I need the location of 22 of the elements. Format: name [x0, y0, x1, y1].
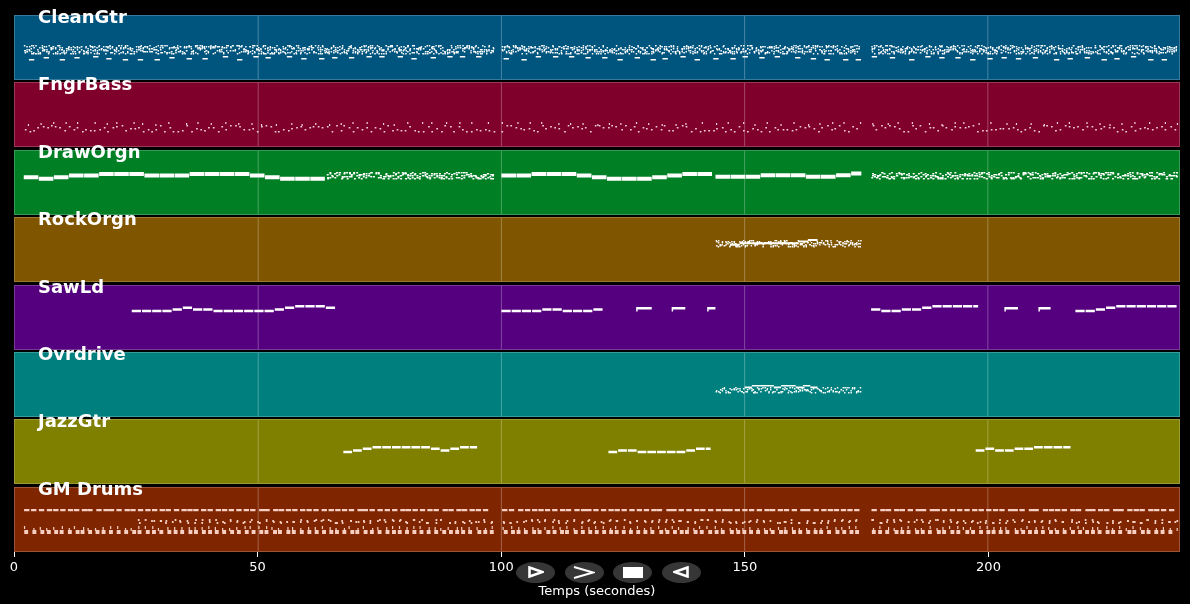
- tick-label: 50: [249, 558, 266, 574]
- track-label: SawLd: [38, 275, 105, 297]
- play-button[interactable]: [516, 561, 555, 583]
- chevron-right-icon: [573, 565, 595, 579]
- track-label: Ovrdrive: [38, 342, 126, 364]
- stop-icon: [622, 566, 643, 578]
- track-label: FngrBass: [38, 73, 133, 95]
- tick-label: 150: [732, 558, 758, 574]
- track-label: JazzGtr: [38, 410, 111, 432]
- play-icon: [527, 566, 544, 579]
- triangle-left-icon: [673, 566, 689, 579]
- tick-label: 100: [488, 558, 514, 574]
- track-label: RockOrgn: [38, 208, 137, 230]
- tick-label: 0: [9, 558, 19, 574]
- forward-button[interactable]: [564, 561, 604, 583]
- track-label: CleanGtr: [38, 6, 127, 27]
- back-button[interactable]: [661, 561, 701, 583]
- track-label: GM Drums: [38, 477, 144, 499]
- axis-title: Temps (secondes): [538, 582, 656, 598]
- stop-button[interactable]: [613, 561, 652, 583]
- tick-label: 200: [976, 558, 1001, 574]
- track-label: DrawOrgn: [38, 140, 141, 162]
